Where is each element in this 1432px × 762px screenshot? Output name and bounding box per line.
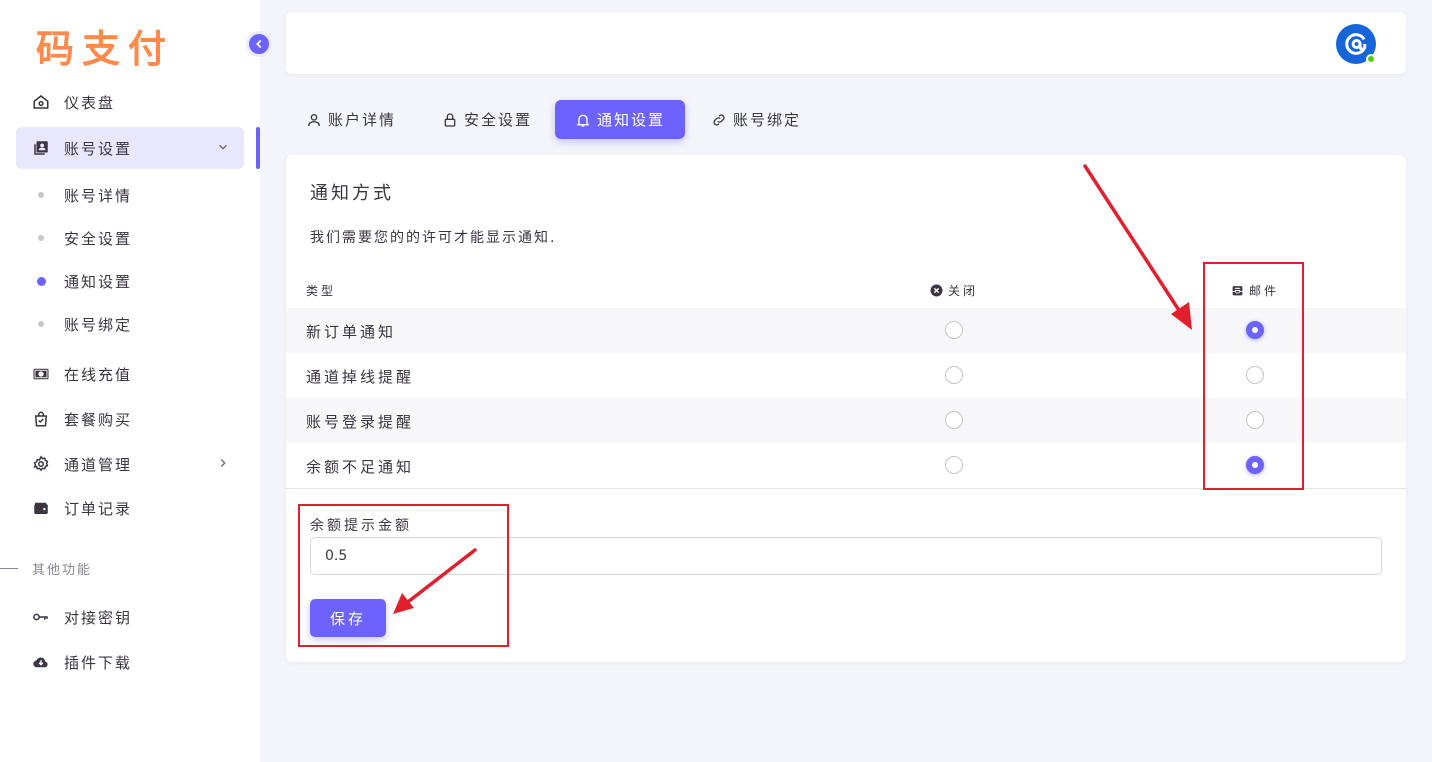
sidebar-item-label: 插件下载 (64, 653, 133, 672)
column-header-label: 类型 (306, 284, 337, 298)
tab-notifications[interactable]: 通知设置 (555, 100, 686, 139)
tab-account-details[interactable]: 账户详情 (286, 100, 416, 139)
active-indicator (256, 127, 260, 169)
cash-icon (32, 365, 50, 383)
row-label: 余额不足通知 (306, 458, 415, 476)
tab-account-binding[interactable]: 账号绑定 (691, 100, 821, 139)
link-icon (711, 112, 727, 128)
tab-security[interactable]: 安全设置 (422, 100, 552, 139)
chevron-left-icon (252, 37, 266, 51)
bullet-icon (38, 235, 44, 241)
row-label: 新订单通知 (306, 323, 397, 341)
annotation-box-email-column (1203, 262, 1304, 490)
sidebar-item-dashboard[interactable]: 仪表盘 (16, 81, 244, 123)
radio-off-login-alert[interactable] (945, 411, 963, 429)
section-label-text: 其他功能 (32, 562, 93, 578)
chevron-right-icon (216, 456, 230, 474)
card-title: 通知方式 (310, 183, 394, 204)
sidebar-subitem-label: 通知设置 (64, 272, 133, 291)
sidebar-item-label: 订单记录 (64, 499, 133, 518)
column-header-off: 关闭 (930, 282, 978, 299)
sidebar-subitem-label: 安全设置 (64, 229, 133, 248)
sidebar-subitem-account-details[interactable]: 账号详情 (16, 177, 244, 213)
avatar[interactable] (1336, 24, 1376, 64)
sidebar-item-plugin-download[interactable]: 插件下载 (16, 641, 244, 683)
tab-label: 安全设置 (464, 111, 533, 129)
tab-label: 账户详情 (328, 111, 397, 129)
sidebar-subitem-security[interactable]: 安全设置 (16, 220, 244, 256)
sidebar-item-recharge[interactable]: 在线充值 (16, 353, 244, 395)
bullet-icon (38, 321, 44, 327)
cloud-download-icon (32, 653, 50, 671)
bell-icon (575, 112, 591, 128)
sidebar-item-label: 仪表盘 (64, 93, 116, 112)
card-description: 我们需要您的的许可才能显示通知. (310, 230, 557, 246)
sidebar-item-plans[interactable]: 套餐购买 (16, 398, 244, 440)
column-header-label: 关闭 (948, 284, 979, 298)
tab-label: 账号绑定 (733, 111, 802, 129)
bullet-icon (37, 276, 46, 286)
radio-off-channel-offline[interactable] (945, 366, 963, 384)
sidebar-item-label: 通道管理 (64, 455, 133, 474)
sidebar-subitem-notifications[interactable]: 通知设置 (16, 263, 244, 299)
close-circle-icon (930, 284, 943, 297)
section-divider (0, 567, 18, 569)
gear-icon (32, 455, 50, 473)
user-icon (306, 112, 322, 128)
bullet-icon (38, 192, 44, 198)
online-status-badge (1366, 54, 1376, 64)
sidebar-item-label: 在线充值 (64, 365, 133, 384)
account-box-icon (32, 139, 50, 157)
annotation-box-balance-field (298, 504, 509, 647)
row-label: 通道掉线提醒 (306, 368, 415, 386)
sidebar-subitem-account-binding[interactable]: 账号绑定 (16, 306, 244, 342)
wallet-icon (32, 499, 50, 517)
section-label-other: 其他功能 (0, 558, 92, 578)
shopping-bag-icon (32, 410, 50, 428)
radio-off-new-order[interactable] (945, 321, 963, 339)
sidebar-item-channels[interactable]: 通道管理 (16, 443, 244, 485)
tab-label: 通知设置 (597, 111, 666, 129)
sidebar-item-api-key[interactable]: 对接密钥 (16, 596, 244, 638)
chevron-down-icon (216, 140, 230, 158)
row-label: 账号登录提醒 (306, 413, 415, 431)
sidebar-subitem-label: 账号绑定 (64, 315, 133, 334)
key-icon (32, 608, 50, 626)
top-header (286, 12, 1406, 74)
radio-off-low-balance[interactable] (945, 456, 963, 474)
sidebar-item-label: 套餐购买 (64, 410, 133, 429)
sidebar-item-label: 账号设置 (64, 139, 133, 158)
sidebar-item-orders[interactable]: 订单记录 (16, 487, 244, 529)
sidebar-collapse-button[interactable] (246, 31, 272, 57)
column-header-type: 类型 (306, 282, 336, 299)
lock-icon (442, 112, 458, 128)
sidebar-item-account-settings[interactable]: 账号设置 (16, 127, 244, 169)
sidebar: 码支付 仪表盘 账号设置 账号详情 安全设置 通知设置 账号绑定 在线充值 套餐… (0, 0, 260, 762)
sidebar-item-label: 对接密钥 (64, 608, 133, 627)
home-icon (32, 93, 50, 111)
app-logo[interactable]: 码支付 (36, 18, 174, 73)
sidebar-subitem-label: 账号详情 (64, 186, 133, 205)
user-avatar-icon (1342, 30, 1370, 58)
